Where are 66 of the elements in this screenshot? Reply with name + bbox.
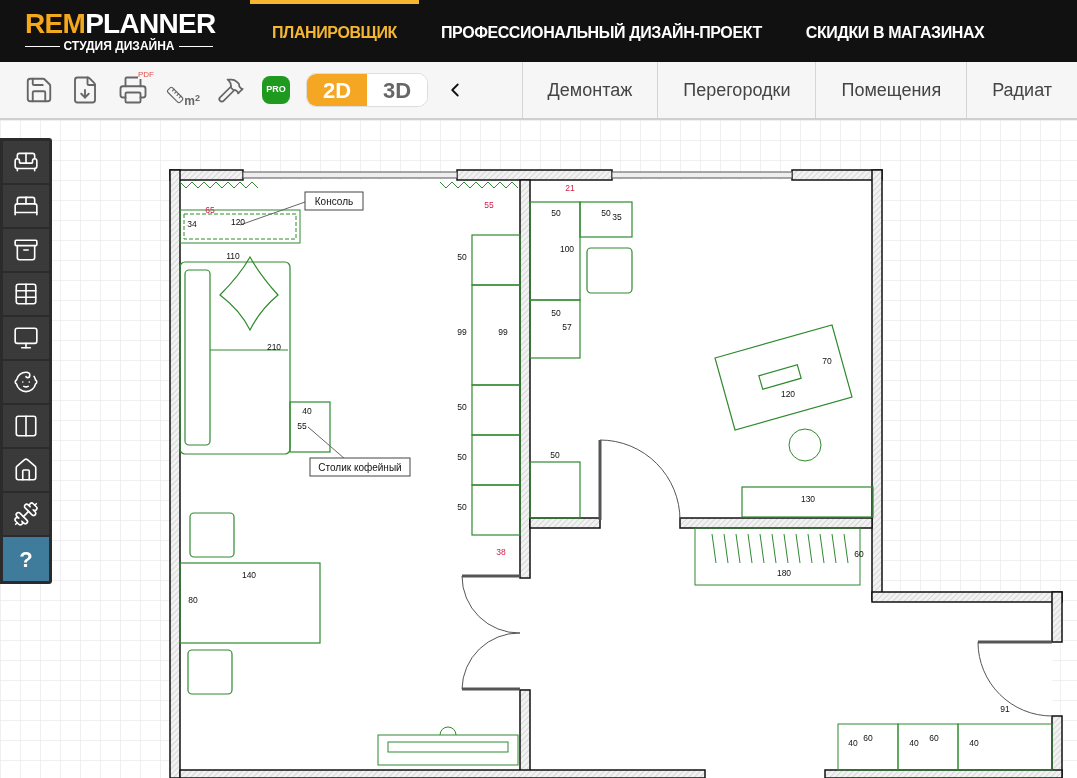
- help-button[interactable]: ?: [3, 537, 49, 581]
- furniture-label: Столик кофейный: [309, 457, 411, 477]
- dimension-label: 35: [612, 212, 622, 222]
- dimension-label: 50: [551, 208, 561, 218]
- logo-wordmark: REMPLANNER: [25, 10, 217, 38]
- dimension-label: 38: [496, 547, 506, 557]
- dimension-label: 180: [776, 568, 792, 578]
- dimension-label: 34: [187, 219, 197, 229]
- dimension-label: 50: [457, 452, 467, 462]
- dimension-label: 50: [601, 208, 611, 218]
- logo-subtitle: СТУДИЯ ДИЗАЙНА: [63, 40, 175, 52]
- baby-icon[interactable]: [3, 361, 49, 403]
- table-icon[interactable]: [3, 273, 49, 315]
- dimension-label: 55: [484, 200, 494, 210]
- dimension-label: 99: [498, 327, 508, 337]
- chair-drawing: [187, 649, 233, 695]
- dimension-label: 60: [854, 549, 864, 559]
- dimension-label: 130: [800, 494, 816, 504]
- dimension-label: 21: [565, 183, 575, 193]
- pro-badge[interactable]: PRO: [262, 76, 290, 104]
- house-icon[interactable]: [3, 449, 49, 491]
- wardrobe-icon[interactable]: [3, 405, 49, 447]
- dimension-label: 50: [551, 308, 561, 318]
- dimension-label: 60: [863, 733, 873, 743]
- dimension-label: 91: [1000, 704, 1010, 714]
- category-tab[interactable]: Демонтаж: [521, 62, 658, 118]
- category-tab[interactable]: Перегородки: [657, 62, 816, 118]
- dimension-label: 70: [822, 356, 832, 366]
- dimension-label: 110: [226, 251, 240, 261]
- dimension-label: 50: [550, 450, 560, 460]
- dimension-label: 65: [205, 205, 215, 215]
- dimension-label: 210: [266, 342, 282, 352]
- sofa-icon[interactable]: [3, 141, 49, 183]
- category-tab[interactable]: Помещения: [815, 62, 967, 118]
- dimension-label: 57: [562, 322, 572, 332]
- dimension-label: 55: [297, 421, 307, 431]
- office-chair-drawing: [788, 428, 822, 462]
- chair-drawing: [189, 512, 235, 558]
- dimension-label: 99: [457, 327, 467, 337]
- monitor-icon[interactable]: [3, 317, 49, 359]
- furniture-label: Консоль: [304, 191, 364, 211]
- leader-line: [307, 426, 346, 460]
- dimension-label: 120: [230, 217, 246, 227]
- dimension-label: 50: [457, 502, 467, 512]
- cabinet-drawing: [529, 461, 581, 519]
- nav-link[interactable]: ПРОФЕССИОНАЛЬНЫЙ ДИЗАЙН-ПРОЕКТ: [418, 0, 784, 62]
- dumbbell-icon[interactable]: [3, 493, 49, 535]
- dimension-label: 140: [241, 570, 257, 580]
- dimension-label: 80: [188, 595, 198, 605]
- nav-link[interactable]: СКИДКИ В МАГАЗИНАХ: [783, 0, 1007, 62]
- dimension-label: 60: [929, 733, 939, 743]
- chair-drawing: [586, 247, 633, 294]
- dimension-label: 50: [457, 402, 467, 412]
- dimension-label: 40: [969, 738, 979, 748]
- drawers-icon[interactable]: [3, 229, 49, 271]
- dimension-label: 120: [780, 389, 796, 399]
- dimension-label: 40: [848, 738, 858, 748]
- bed-icon[interactable]: [3, 185, 49, 227]
- coffee-table-drawing: [289, 401, 331, 453]
- dimension-label: 100: [559, 244, 575, 254]
- area-ruler-button[interactable]: m$^{2}$: [166, 73, 200, 107]
- dimension-label: 40: [909, 738, 919, 748]
- printer-icon: [118, 75, 148, 105]
- dimension-label: 40: [302, 406, 312, 416]
- category-tab[interactable]: Радиат: [966, 62, 1077, 118]
- dimension-label: 50: [457, 252, 467, 262]
